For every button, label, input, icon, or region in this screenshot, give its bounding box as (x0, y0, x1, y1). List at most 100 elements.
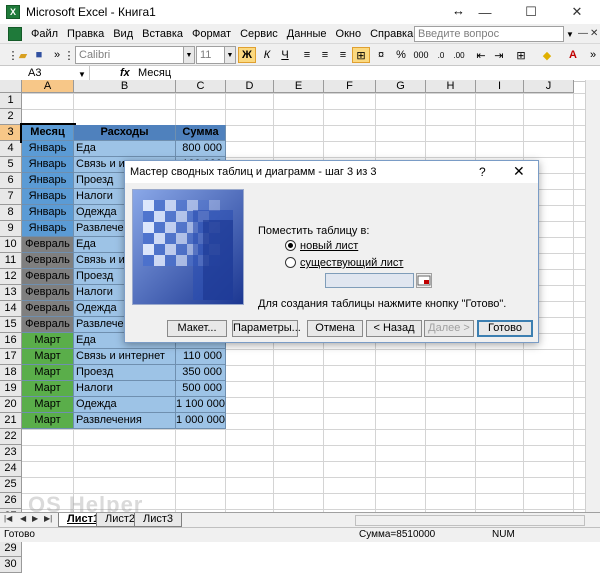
decrease-indent-icon[interactable]: ⇤ (472, 47, 490, 63)
row-header-10[interactable]: 10 (0, 237, 22, 253)
row-header-22[interactable]: 22 (0, 429, 22, 445)
column-header-d[interactable]: D (226, 80, 274, 93)
fx-icon[interactable]: fx (120, 67, 130, 79)
row-header-25[interactable]: 25 (0, 477, 22, 493)
row-header-8[interactable]: 8 (0, 205, 22, 221)
table-cell[interactable]: Февраль (22, 301, 74, 317)
column-header-b[interactable]: B (74, 80, 176, 93)
select-all-corner[interactable] (0, 80, 22, 93)
menu-tools[interactable]: Сервис (240, 28, 278, 40)
merge-center-icon[interactable]: ⊞ (352, 47, 370, 63)
column-header-e[interactable]: E (274, 80, 324, 93)
row-header-26[interactable]: 26 (0, 493, 22, 509)
help-icon[interactable]: ? (479, 165, 486, 179)
table-cell[interactable]: Февраль (22, 317, 74, 333)
layout-button[interactable]: Макет... (167, 320, 227, 337)
align-center-icon[interactable]: ≡ (316, 47, 334, 63)
table-cell[interactable]: Январь (22, 157, 74, 173)
table-cell[interactable]: Март (22, 333, 74, 349)
italic-button[interactable]: К (258, 47, 276, 63)
table-header-cell[interactable]: Сумма (176, 125, 226, 141)
minimize-button[interactable]: — (462, 0, 508, 24)
font-color-icon[interactable]: A (564, 47, 582, 63)
underline-button[interactable]: Ч (276, 47, 294, 63)
size-dropdown-icon[interactable]: ▼ (224, 46, 236, 64)
table-cell[interactable]: Февраль (22, 285, 74, 301)
thousands-button[interactable]: 000 (412, 47, 430, 63)
menu-data[interactable]: Данные (287, 28, 327, 40)
first-sheet-icon[interactable]: |◀ (4, 514, 12, 523)
column-header-a[interactable]: A (22, 80, 74, 93)
table-cell[interactable]: 500 000 (176, 381, 226, 397)
row-header-17[interactable]: 17 (0, 349, 22, 365)
doc-minimize-icon[interactable]: — (578, 28, 588, 39)
help-search-input[interactable]: Введите вопрос (414, 26, 564, 42)
dialog-close-icon[interactable]: ✕ (513, 163, 525, 180)
table-cell[interactable]: Январь (22, 141, 74, 157)
row-header-19[interactable]: 19 (0, 381, 22, 397)
chevron-down-icon[interactable]: ▼ (78, 70, 86, 79)
collapse-dialog-button[interactable] (416, 273, 432, 288)
row-header-7[interactable]: 7 (0, 189, 22, 205)
table-cell[interactable]: 800 000 (176, 141, 226, 157)
font-name-combo[interactable]: Calibri (75, 46, 185, 64)
row-header-30[interactable]: 30 (0, 557, 22, 573)
table-cell[interactable]: Проезд (74, 365, 176, 381)
increase-indent-icon[interactable]: ⇥ (490, 47, 508, 63)
menu-view[interactable]: Вид (113, 28, 133, 40)
formula-input[interactable]: Месяц (138, 67, 171, 79)
table-cell[interactable]: Одежда (74, 397, 176, 413)
option-existing-sheet-label[interactable]: существующий лист (300, 257, 403, 269)
maximize-button[interactable]: ☐ (508, 0, 554, 24)
close-button[interactable]: ✕ (554, 0, 600, 24)
table-cell[interactable]: Налоги (74, 381, 176, 397)
table-cell[interactable]: Февраль (22, 253, 74, 269)
chevron-down-icon[interactable]: ▼ (566, 30, 574, 39)
row-header-16[interactable]: 16 (0, 333, 22, 349)
last-sheet-icon[interactable]: ▶| (44, 514, 52, 523)
workbook-icon[interactable] (8, 26, 22, 41)
next-sheet-icon[interactable]: ▶ (32, 514, 38, 523)
row-header-4[interactable]: 4 (0, 141, 22, 157)
radio-new-sheet[interactable] (285, 240, 296, 251)
menu-insert[interactable]: Вставка (142, 28, 183, 40)
increase-decimal-icon[interactable]: .0 (432, 47, 450, 63)
column-header-h[interactable]: H (426, 80, 476, 93)
params-button[interactable]: Параметры... (232, 320, 301, 337)
doc-close-icon[interactable]: ✕ (590, 28, 598, 39)
align-right-icon[interactable]: ≡ (334, 47, 352, 63)
row-header-6[interactable]: 6 (0, 173, 22, 189)
prev-sheet-icon[interactable]: ◀ (20, 514, 26, 523)
table-cell[interactable]: Развлечения (74, 413, 176, 429)
table-header-cell[interactable]: Расходы (74, 125, 176, 141)
table-cell[interactable]: Март (22, 365, 74, 381)
column-header-f[interactable]: F (324, 80, 376, 93)
row-header-14[interactable]: 14 (0, 301, 22, 317)
font-size-combo[interactable]: 11 (196, 46, 226, 64)
percent-button[interactable]: % (392, 47, 410, 63)
row-header-15[interactable]: 15 (0, 317, 22, 333)
borders-icon[interactable]: ⊞ (512, 47, 530, 63)
finish-button[interactable]: Готово (477, 320, 533, 337)
table-cell[interactable]: Январь (22, 173, 74, 189)
row-header-24[interactable]: 24 (0, 461, 22, 477)
row-header-1[interactable]: 1 (0, 93, 22, 109)
table-cell[interactable]: Март (22, 349, 74, 365)
row-header-23[interactable]: 23 (0, 445, 22, 461)
table-cell[interactable]: Февраль (22, 269, 74, 285)
row-header-20[interactable]: 20 (0, 397, 22, 413)
currency-icon[interactable]: ¤ (372, 47, 390, 63)
back-button[interactable]: < Назад (366, 320, 422, 337)
menu-edit[interactable]: Правка (67, 28, 104, 40)
bold-button[interactable]: Ж (238, 47, 256, 63)
option-new-sheet-label[interactable]: новый лист (300, 240, 358, 252)
table-cell[interactable]: Январь (22, 205, 74, 221)
menu-help[interactable]: Справка (370, 28, 413, 40)
row-header-18[interactable]: 18 (0, 365, 22, 381)
row-header-21[interactable]: 21 (0, 413, 22, 429)
table-cell[interactable]: 350 000 (176, 365, 226, 381)
range-reference-input[interactable] (325, 273, 414, 288)
menu-file[interactable]: Файл (31, 28, 58, 40)
table-cell[interactable]: 1 000 000 (176, 413, 226, 429)
menu-window[interactable]: Окно (336, 28, 362, 40)
